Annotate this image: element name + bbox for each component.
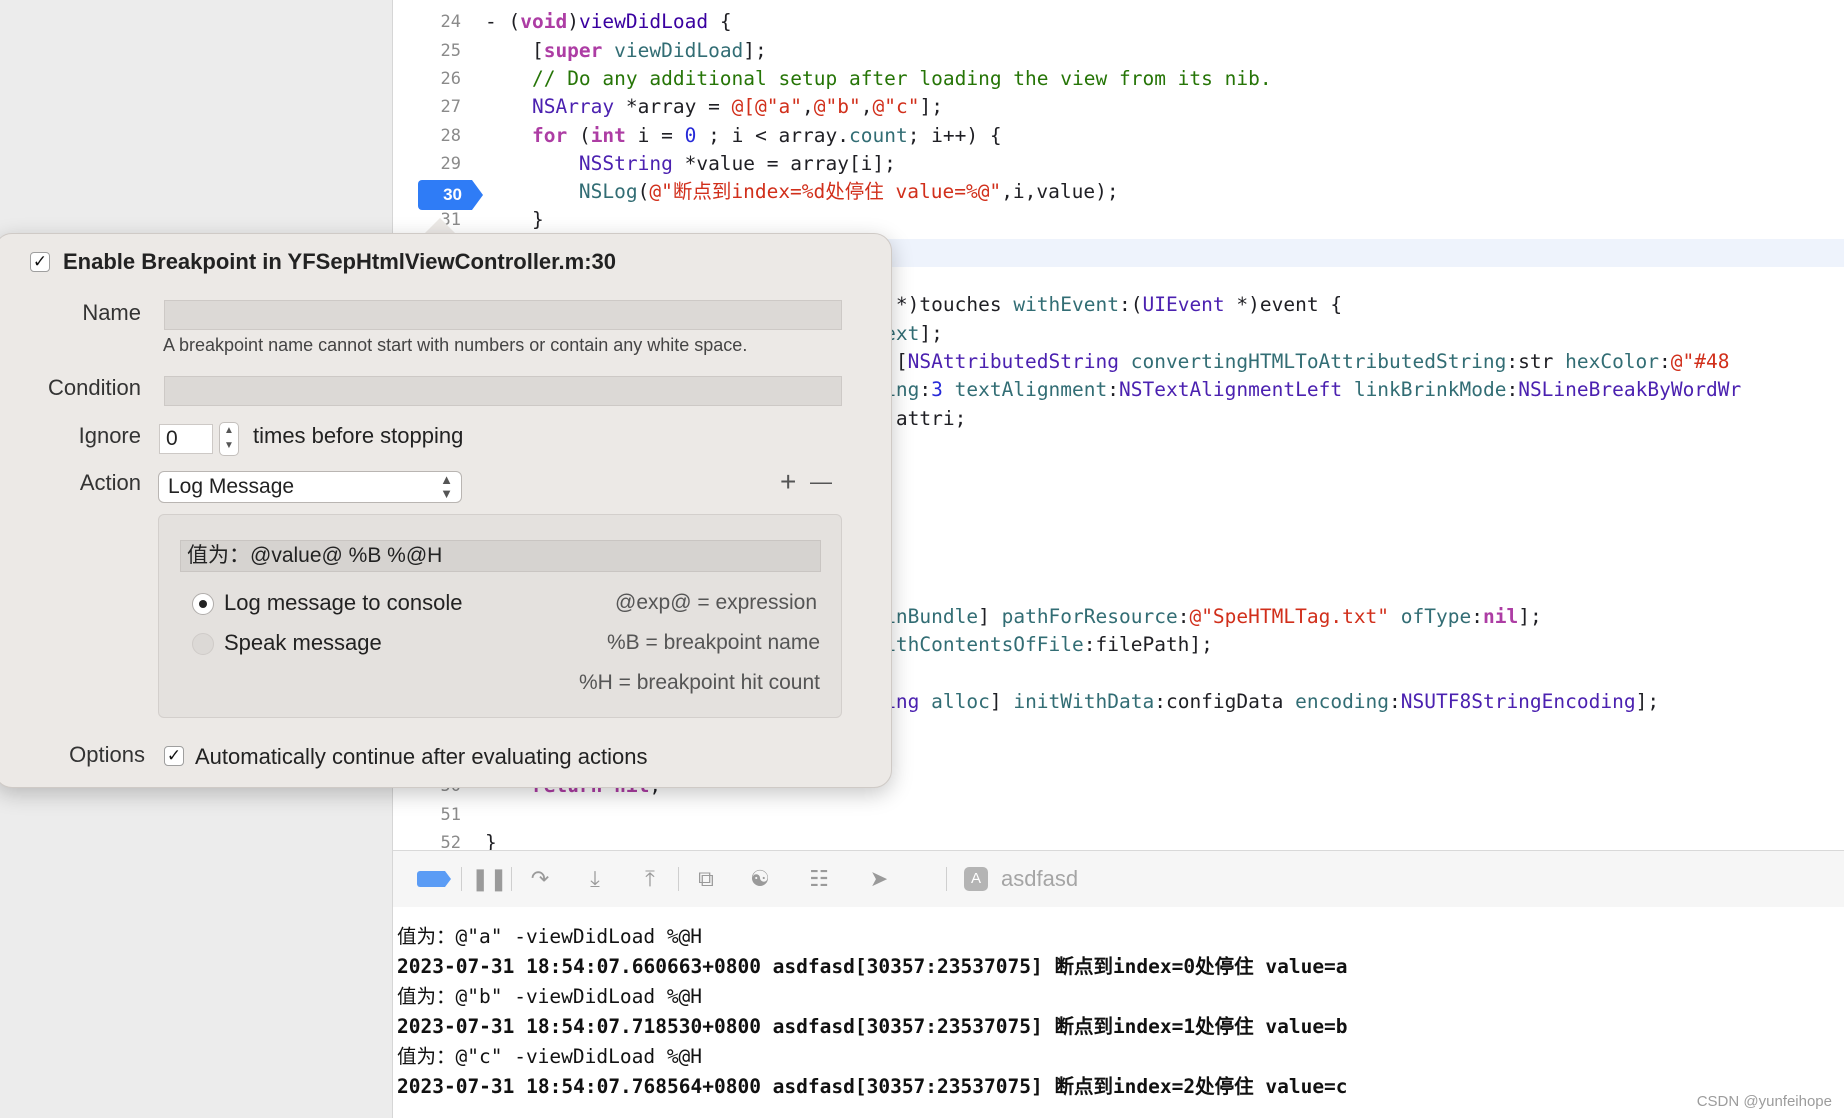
console-line: 2023-07-31 18:54:07.718530+0800 asdfasd[…: [397, 1015, 1348, 1038]
ignore-label: Ignore: [78, 423, 141, 448]
condition-label: Condition: [48, 375, 141, 400]
step-over-icon[interactable]: ↷: [525, 865, 555, 893]
log-console-label: Log message to console: [224, 590, 463, 615]
chevron-updown-icon: ▲ ▼: [440, 472, 453, 501]
line-number[interactable]: 28: [393, 122, 461, 150]
step-into-icon[interactable]: ⤓: [580, 865, 610, 893]
code-line: 28 for (int i = 0 ; i < array.count; i++…: [393, 122, 1844, 150]
legend-hit-count: %H = breakpoint hit count: [578, 671, 820, 694]
code-text[interactable]: // Do any additional setup after loading…: [485, 65, 1272, 93]
line-number[interactable]: 52: [393, 829, 461, 850]
code-text[interactable]: }: [485, 206, 544, 234]
console-line: 2023-07-31 18:54:07.660663+0800 asdfasd[…: [397, 955, 1348, 978]
code-line: 30 NSLog(@"断点到index=%d处停住 value=%@",i,va…: [393, 178, 1844, 206]
code-line: 31 }: [393, 206, 1844, 234]
app-icon: A: [964, 867, 988, 891]
scheme-name[interactable]: asdfasd: [1001, 865, 1078, 893]
separator: [461, 867, 462, 891]
line-number[interactable]: 29: [393, 150, 461, 178]
ignore-suffix: times before stopping: [253, 423, 464, 448]
remove-action-button[interactable]: —: [810, 466, 832, 498]
location-icon[interactable]: ➤: [864, 865, 894, 893]
code-line: 23: [393, 0, 1844, 8]
code-text[interactable]: NSString *value = array[i];: [485, 150, 896, 178]
action-box: 值为：@value@ %B %@H Log message to console…: [158, 514, 842, 718]
auto-continue-label: Automatically continue after evaluating …: [195, 744, 648, 769]
code-text[interactable]: NSLog(@"断点到index=%d处停住 value=%@",i,value…: [485, 178, 1119, 206]
condition-field[interactable]: [164, 376, 842, 406]
debug-bar: ❚❚ ↷ ⤓ ⤒ ⧉ ☯ ☷ ➤ A asdfasd: [393, 850, 1844, 908]
auto-continue-checkbox[interactable]: ✓: [164, 746, 184, 766]
console-line: 值为：@"c" -viewDidLoad %@H: [397, 1045, 703, 1068]
breakpoint-editor-popover: ✓ Enable Breakpoint in YFSepHtmlViewCont…: [0, 233, 892, 788]
name-label: Name: [82, 300, 141, 325]
line-number[interactable]: 24: [393, 8, 461, 36]
log-console-radio[interactable]: [192, 593, 214, 615]
breakpoint-toggle-icon[interactable]: [417, 871, 451, 887]
console-line: 2023-07-31 18:54:07.768564+0800 asdfasd[…: [397, 1075, 1348, 1098]
console-line: 值为：@"a" -viewDidLoad %@H: [397, 925, 703, 948]
action-select-value: Log Message: [168, 475, 295, 498]
step-out-icon[interactable]: ⤒: [635, 865, 665, 893]
environment-overrides-icon[interactable]: ☷: [804, 865, 834, 893]
code-line: 26 // Do any additional setup after load…: [393, 65, 1844, 93]
code-text[interactable]: - (void)viewDidLoad {: [485, 8, 732, 36]
code-line: 51: [393, 801, 1844, 829]
code-line: 52}: [393, 829, 1844, 850]
separator: [511, 867, 512, 891]
speak-message-label: Speak message: [224, 630, 382, 655]
code-text[interactable]: [super viewDidLoad];: [485, 37, 767, 65]
log-message-field[interactable]: 值为：@value@ %B %@H: [180, 540, 821, 572]
watermark: CSDN @yunfeihope: [1696, 1093, 1832, 1110]
code-text[interactable]: for (int i = 0 ; i < array.count; i++) {: [485, 122, 1002, 150]
ignore-stepper[interactable]: ▲ ▼: [219, 422, 239, 456]
code-line: 29 NSString *value = array[i];: [393, 150, 1844, 178]
speak-message-radio[interactable]: [192, 633, 214, 655]
code-line: 24 - (void)viewDidLoad {: [393, 8, 1844, 36]
separator: [678, 867, 679, 891]
line-number[interactable]: 26: [393, 65, 461, 93]
code-text[interactable]: }: [485, 829, 497, 850]
enable-breakpoint-checkbox[interactable]: ✓: [30, 252, 50, 272]
code-text[interactable]: NSArray *array = @[@"a",@"b",@"c"];: [485, 93, 943, 121]
legend-breakpoint-name: %B = breakpoint name: [606, 631, 820, 654]
action-label: Action: [79, 470, 141, 495]
pause-icon[interactable]: ❚❚: [471, 865, 508, 893]
options-label: Options: [69, 742, 145, 767]
line-number[interactable]: 23: [393, 0, 461, 8]
separator: [946, 867, 947, 891]
ignore-count-field[interactable]: 0: [159, 424, 213, 454]
code-line: 27 NSArray *array = @[@"a",@"b",@"c"];: [393, 93, 1844, 121]
add-action-button[interactable]: +: [780, 466, 796, 498]
line-number[interactable]: 51: [393, 801, 461, 829]
debug-console[interactable]: 值为：@"a" -viewDidLoad %@H 2023-07-31 18:54…: [393, 907, 1844, 1118]
breakpoint-marker[interactable]: 30: [418, 180, 483, 210]
legend-expression: @exp@ = expression: [615, 591, 817, 614]
popover-arrow: [424, 218, 456, 234]
name-field[interactable]: [164, 300, 842, 330]
memory-graph-icon[interactable]: ☯: [745, 865, 775, 893]
view-hierarchy-icon[interactable]: ⧉: [691, 865, 721, 893]
code-line: 25 [super viewDidLoad];: [393, 37, 1844, 65]
line-number[interactable]: 27: [393, 93, 461, 121]
popover-title: Enable Breakpoint in YFSepHtmlViewContro…: [63, 249, 616, 274]
line-number[interactable]: 25: [393, 37, 461, 65]
console-line: 值为：@"b" -viewDidLoad %@H: [397, 985, 703, 1008]
name-hint: A breakpoint name cannot start with numb…: [163, 335, 748, 355]
action-select[interactable]: Log Message ▲ ▼: [158, 471, 462, 503]
